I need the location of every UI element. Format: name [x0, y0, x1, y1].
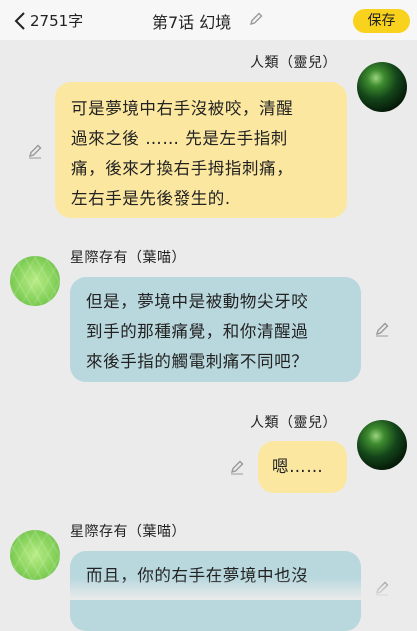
- scroll-fade: [0, 578, 417, 600]
- message-bubble[interactable]: 可是夢境中右手沒被咬，清醒 過來之後 …… 先是左手指刺 痛，後來才換右手拇指刺…: [55, 82, 347, 218]
- avatar[interactable]: [357, 420, 407, 470]
- speaker-name: 星際存有（葉喵）: [70, 250, 186, 266]
- pencil-icon[interactable]: [374, 321, 390, 337]
- speaker-name: 人類（靈兒）: [250, 55, 337, 71]
- message-text: 嗯……: [272, 457, 324, 476]
- avatar[interactable]: [10, 256, 60, 306]
- avatar[interactable]: [10, 530, 60, 580]
- message-text: 但是，夢境中是被動物尖牙咬 到手的那種痛覺，和你清醒過 來後手指的觸電刺痛不同吧…: [86, 292, 309, 371]
- pencil-icon[interactable]: [27, 143, 43, 159]
- episode-title[interactable]: 第7话 幻境: [152, 9, 231, 33]
- message-text: 可是夢境中右手沒被咬，清醒 過來之後 …… 先是左手指刺 痛，後來才換右手拇指刺…: [71, 99, 294, 208]
- avatar[interactable]: [357, 62, 407, 112]
- message-bubble[interactable]: 但是，夢境中是被動物尖牙咬 到手的那種痛覺，和你清醒過 來後手指的觸電刺痛不同吧…: [70, 277, 361, 382]
- top-bar: 2751字 第7话 幻境 保存: [0, 0, 417, 40]
- pencil-icon[interactable]: [229, 459, 245, 475]
- message-bubble[interactable]: 嗯……: [258, 441, 347, 493]
- word-count: 2751字: [30, 12, 84, 30]
- save-button[interactable]: 保存: [353, 9, 410, 33]
- speaker-name: 人類（靈兒）: [250, 415, 337, 431]
- chevron-left-icon[interactable]: [12, 11, 28, 31]
- pencil-icon[interactable]: [248, 11, 264, 27]
- speaker-name: 星際存有（葉喵）: [70, 524, 186, 540]
